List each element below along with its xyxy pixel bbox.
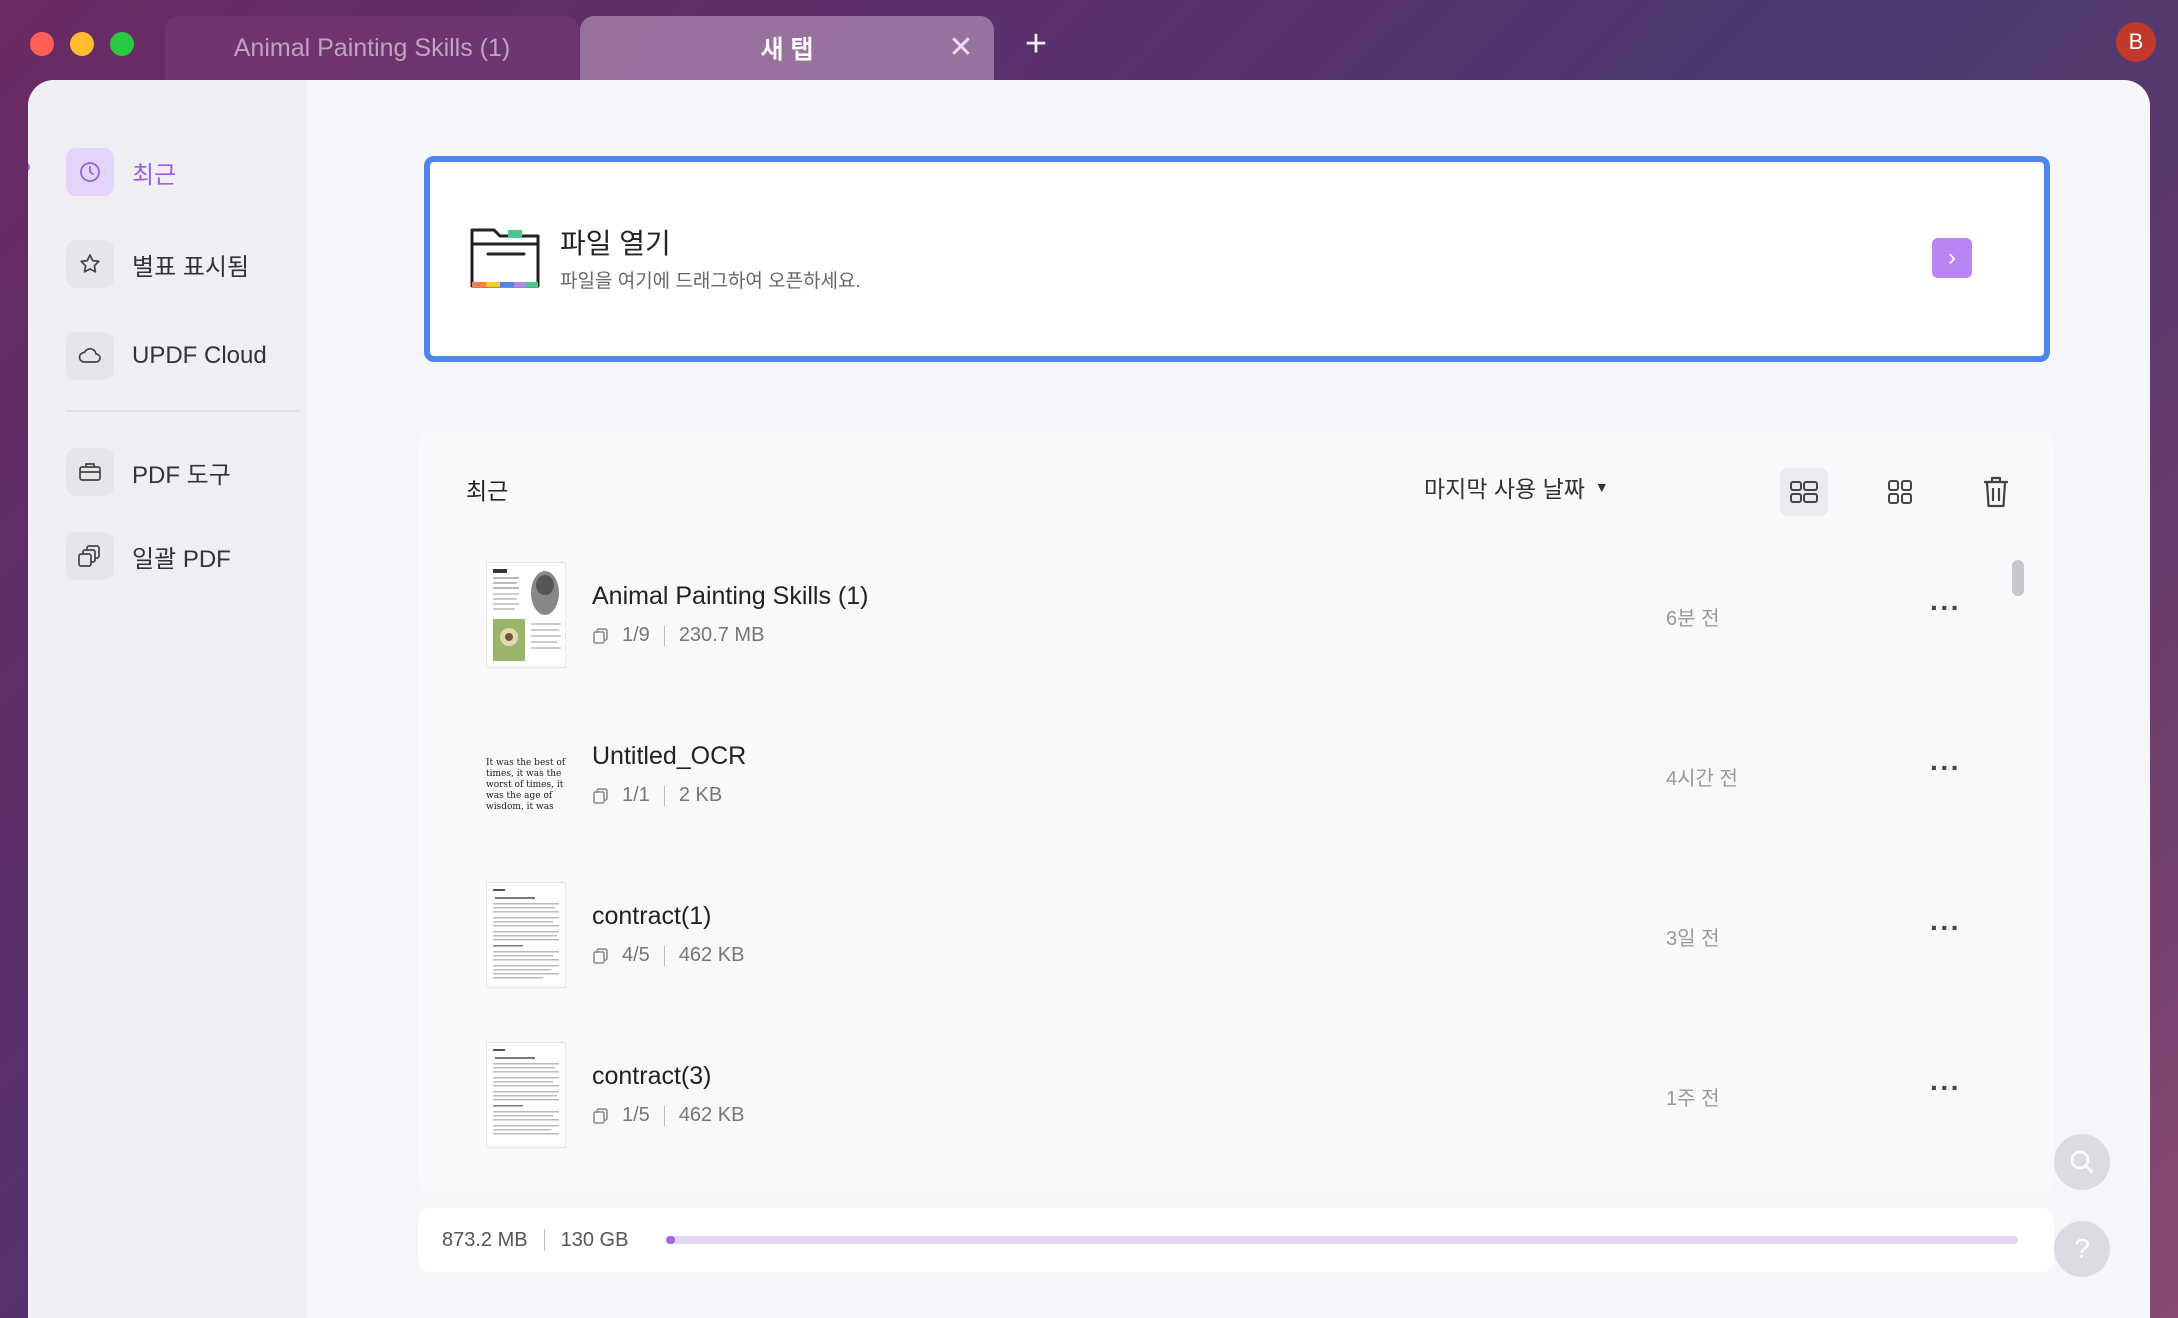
delete-button[interactable] bbox=[1972, 468, 2020, 516]
file-meta: 4/5 462 KB bbox=[592, 944, 744, 967]
file-name: Animal Painting Skills (1) bbox=[592, 582, 869, 610]
sidebar-item-recent[interactable]: 최근 bbox=[66, 148, 176, 196]
clock-icon bbox=[66, 148, 114, 196]
file-time: 6분 전 bbox=[1666, 608, 1720, 630]
close-window-button[interactable] bbox=[30, 32, 54, 56]
open-file-subtitle: 파일을 여기에 드래그하여 오픈하세요. bbox=[560, 271, 861, 292]
storage-progress-fill bbox=[666, 1236, 675, 1244]
add-tab-button[interactable]: + bbox=[1018, 25, 1054, 63]
sidebar-item-label: PDF 도구 bbox=[132, 461, 231, 489]
more-options-icon[interactable]: ··· bbox=[1930, 1072, 1961, 1104]
list-view-button[interactable] bbox=[1780, 468, 1828, 516]
more-options-icon[interactable]: ··· bbox=[1930, 752, 1961, 784]
file-name: Untitled_OCR bbox=[592, 742, 747, 770]
file-thumbnail bbox=[486, 882, 566, 988]
scroll-thumb[interactable] bbox=[2012, 560, 2024, 596]
file-meta: 1/5 462 KB bbox=[592, 1104, 744, 1127]
file-pages: 1/9 bbox=[622, 624, 650, 646]
file-time: 4시간 전 bbox=[1666, 768, 1738, 790]
thumbnail-text: It was the best of times, it was the wor… bbox=[486, 758, 566, 810]
sidebar-item-label: 최근 bbox=[132, 161, 177, 189]
storage-bar: 873.2 MB 130 GB bbox=[418, 1208, 2054, 1272]
more-options-icon[interactable]: ··· bbox=[1930, 912, 1961, 944]
file-size: 462 KB bbox=[678, 944, 745, 966]
grid-view-icon bbox=[1888, 480, 1912, 504]
sidebar: 최근 별표 표시됨 UPDF Cloud PDF 도구 일괄 PDF bbox=[28, 80, 306, 1318]
list-item[interactable]: contract(1) 4/5 462 KB 3일 전 ··· bbox=[418, 872, 2038, 1032]
star-icon bbox=[66, 240, 114, 288]
file-thumbnail bbox=[486, 562, 566, 668]
storage-divider bbox=[543, 1229, 545, 1251]
file-time: 1주 전 bbox=[1666, 1088, 1720, 1110]
open-file-title: 파일 열기 bbox=[560, 228, 671, 259]
pages-icon bbox=[592, 787, 610, 805]
pages-icon bbox=[592, 627, 610, 645]
file-size: 462 KB bbox=[678, 1104, 745, 1126]
search-icon bbox=[2070, 1150, 2094, 1174]
toolbox-icon bbox=[66, 448, 114, 496]
file-meta: 1/9 230.7 MB bbox=[592, 624, 764, 647]
main-content: 파일 열기 파일을 여기에 드래그하여 오픈하세요. › 최근 마지막 사용 날… bbox=[306, 80, 2150, 1318]
file-size: 2 KB bbox=[678, 784, 723, 806]
file-pages: 4/5 bbox=[622, 944, 650, 966]
sidebar-item-label: UPDF Cloud bbox=[132, 342, 267, 369]
sidebar-item-starred[interactable]: 별표 표시됨 bbox=[66, 240, 249, 288]
file-name: contract(1) bbox=[592, 902, 712, 930]
file-list: Animal Painting Skills (1) 1/9 230.7 MB … bbox=[418, 552, 2038, 1192]
file-pages: 1/1 bbox=[622, 784, 650, 806]
avatar[interactable]: B bbox=[2116, 22, 2156, 62]
list-item[interactable]: Animal Painting Skills (1) 1/9 230.7 MB … bbox=[418, 552, 2038, 712]
more-options-icon[interactable]: ··· bbox=[1930, 592, 1961, 624]
folder-icon bbox=[470, 228, 540, 288]
pages-icon bbox=[592, 947, 610, 965]
file-time: 3일 전 bbox=[1666, 928, 1720, 950]
open-file-button[interactable]: › bbox=[1932, 238, 1972, 278]
file-thumbnail bbox=[486, 1042, 566, 1148]
tab-new[interactable]: 새 탭 ✕ bbox=[580, 16, 994, 80]
sidebar-item-pdf-tools[interactable]: PDF 도구 bbox=[66, 448, 231, 496]
caret-down-icon: ▼ bbox=[1594, 479, 1609, 495]
sidebar-item-cloud[interactable]: UPDF Cloud bbox=[66, 332, 267, 380]
cloud-icon bbox=[66, 332, 114, 380]
sort-label: 마지막 사용 날짜 bbox=[1424, 476, 1585, 502]
list-item[interactable]: It was the best of times, it was the wor… bbox=[418, 712, 2038, 872]
storage-progress bbox=[666, 1236, 2018, 1244]
file-size: 230.7 MB bbox=[678, 624, 765, 646]
file-name: contract(3) bbox=[592, 1062, 712, 1090]
file-meta: 1/1 2 KB bbox=[592, 784, 722, 807]
tab-animal-painting[interactable]: Animal Painting Skills (1) bbox=[165, 16, 579, 80]
recent-files-panel: 최근 마지막 사용 날짜 ▼ Animal Painting Skills (1… bbox=[418, 432, 2054, 1192]
title-bar: Animal Painting Skills (1) 새 탭 ✕ + B bbox=[0, 0, 2178, 80]
list-item[interactable]: contract(3) 1/5 462 KB 1주 전 ··· bbox=[418, 1032, 2038, 1192]
open-file-dropzone[interactable]: 파일 열기 파일을 여기에 드래그하여 오픈하세요. › bbox=[424, 156, 2050, 362]
tab-close-icon[interactable]: ✕ bbox=[946, 33, 976, 63]
trash-icon bbox=[1984, 476, 2008, 508]
search-button[interactable] bbox=[2054, 1134, 2110, 1190]
sidebar-item-label: 일괄 PDF bbox=[132, 545, 231, 573]
tab-label: 새 탭 bbox=[760, 36, 814, 64]
storage-total: 130 GB bbox=[560, 1228, 629, 1251]
list-view-icon bbox=[1790, 481, 1818, 503]
batch-icon bbox=[66, 532, 114, 580]
zoom-window-button[interactable] bbox=[110, 32, 134, 56]
storage-used: 873.2 MB bbox=[442, 1228, 528, 1251]
sidebar-divider bbox=[66, 410, 300, 412]
minimize-window-button[interactable] bbox=[70, 32, 94, 56]
tab-label: Animal Painting Skills (1) bbox=[233, 33, 511, 62]
scrollbar[interactable] bbox=[2008, 552, 2026, 1192]
sort-dropdown[interactable]: 마지막 사용 날짜 ▼ bbox=[1424, 470, 1609, 504]
help-button[interactable]: ? bbox=[2054, 1221, 2110, 1277]
pages-icon bbox=[592, 1107, 610, 1125]
sidebar-item-label: 별표 표시됨 bbox=[132, 253, 250, 281]
app-window: 최근 별표 표시됨 UPDF Cloud PDF 도구 일괄 PDF 파일 열기… bbox=[28, 80, 2150, 1318]
active-indicator bbox=[28, 162, 30, 172]
grid-view-button[interactable] bbox=[1876, 468, 1924, 516]
recent-title: 최근 bbox=[466, 478, 509, 504]
sidebar-item-batch[interactable]: 일괄 PDF bbox=[66, 532, 231, 580]
file-thumbnail: It was the best of times, it was the wor… bbox=[486, 722, 566, 828]
file-pages: 1/5 bbox=[622, 1104, 650, 1126]
